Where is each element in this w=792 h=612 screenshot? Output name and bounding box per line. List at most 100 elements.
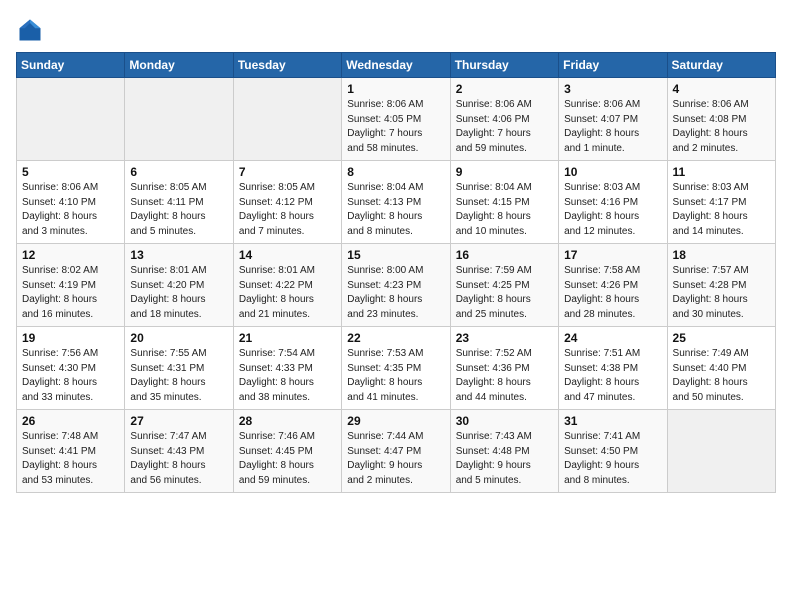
- day-info: Sunrise: 7:46 AM Sunset: 4:45 PM Dayligh…: [239, 430, 336, 488]
- day-number: 6: [130, 165, 227, 179]
- day-number: 26: [22, 414, 119, 428]
- day-info: Sunrise: 7:47 AM Sunset: 4:43 PM Dayligh…: [130, 430, 227, 488]
- day-number: 20: [130, 331, 227, 345]
- calendar-cell: 31 Sunrise: 7:41 AM Sunset: 4:50 PM Dayli…: [559, 410, 667, 493]
- calendar-cell: 13 Sunrise: 8:01 AM Sunset: 4:20 PM Dayli…: [125, 244, 233, 327]
- day-info: Sunrise: 8:02 AM Sunset: 4:19 PM Dayligh…: [22, 264, 119, 322]
- page-header: [16, 16, 776, 44]
- day-number: 30: [456, 414, 553, 428]
- day-number: 11: [673, 165, 770, 179]
- logo-icon: [16, 16, 44, 44]
- day-info: Sunrise: 7:44 AM Sunset: 4:47 PM Dayligh…: [347, 430, 444, 488]
- day-info: Sunrise: 8:03 AM Sunset: 4:17 PM Dayligh…: [673, 181, 770, 239]
- day-number: 2: [456, 82, 553, 96]
- day-info: Sunrise: 7:49 AM Sunset: 4:40 PM Dayligh…: [673, 347, 770, 405]
- day-info: Sunrise: 8:05 AM Sunset: 4:11 PM Dayligh…: [130, 181, 227, 239]
- calendar-cell: 19Sunrise: 7:56 AM Sunset: 4:30 PM Dayli…: [17, 327, 125, 410]
- calendar-cell: 18 Sunrise: 7:57 AM Sunset: 4:28 PM Dayli…: [667, 244, 775, 327]
- day-number: 5: [22, 165, 119, 179]
- calendar-cell: 16 Sunrise: 7:59 AM Sunset: 4:25 PM Dayli…: [450, 244, 558, 327]
- weekday-header: Monday: [125, 53, 233, 78]
- calendar-cell: 15 Sunrise: 8:00 AM Sunset: 4:23 PM Dayli…: [342, 244, 450, 327]
- day-info: Sunrise: 8:00 AM Sunset: 4:23 PM Dayligh…: [347, 264, 444, 322]
- calendar-cell: 4 Sunrise: 8:06 AM Sunset: 4:08 PM Daylig…: [667, 78, 775, 161]
- day-info: Sunrise: 7:48 AM Sunset: 4:41 PM Dayligh…: [22, 430, 119, 488]
- day-info: Sunrise: 7:58 AM Sunset: 4:26 PM Dayligh…: [564, 264, 661, 322]
- calendar-cell: 23 Sunrise: 7:52 AM Sunset: 4:36 PM Dayli…: [450, 327, 558, 410]
- day-info: Sunrise: 8:04 AM Sunset: 4:13 PM Dayligh…: [347, 181, 444, 239]
- day-info: Sunrise: 8:05 AM Sunset: 4:12 PM Dayligh…: [239, 181, 336, 239]
- calendar-cell: 3 Sunrise: 8:06 AM Sunset: 4:07 PM Daylig…: [559, 78, 667, 161]
- day-number: 25: [673, 331, 770, 345]
- calendar-cell: 27 Sunrise: 7:47 AM Sunset: 4:43 PM Dayli…: [125, 410, 233, 493]
- day-info: Sunrise: 8:01 AM Sunset: 4:22 PM Dayligh…: [239, 264, 336, 322]
- calendar-cell: [233, 78, 341, 161]
- day-info: Sunrise: 8:06 AM Sunset: 4:10 PM Dayligh…: [22, 181, 119, 239]
- day-number: 24: [564, 331, 661, 345]
- day-info: Sunrise: 7:56 AM Sunset: 4:30 PM Dayligh…: [22, 347, 119, 405]
- logo: [16, 16, 48, 44]
- calendar-cell: [17, 78, 125, 161]
- calendar-cell: 20Sunrise: 7:55 AM Sunset: 4:31 PM Dayli…: [125, 327, 233, 410]
- weekday-header: Friday: [559, 53, 667, 78]
- day-number: 27: [130, 414, 227, 428]
- day-info: Sunrise: 7:51 AM Sunset: 4:38 PM Dayligh…: [564, 347, 661, 405]
- calendar-cell: 10 Sunrise: 8:03 AM Sunset: 4:16 PM Dayli…: [559, 161, 667, 244]
- day-info: Sunrise: 8:06 AM Sunset: 4:07 PM Dayligh…: [564, 98, 661, 156]
- day-info: Sunrise: 8:06 AM Sunset: 4:08 PM Dayligh…: [673, 98, 770, 156]
- calendar-cell: 25 Sunrise: 7:49 AM Sunset: 4:40 PM Dayli…: [667, 327, 775, 410]
- calendar-cell: 17Sunrise: 7:58 AM Sunset: 4:26 PM Dayli…: [559, 244, 667, 327]
- day-info: Sunrise: 7:52 AM Sunset: 4:36 PM Dayligh…: [456, 347, 553, 405]
- day-number: 9: [456, 165, 553, 179]
- calendar-cell: 2 Sunrise: 8:06 AM Sunset: 4:06 PM Daylig…: [450, 78, 558, 161]
- weekday-header: Sunday: [17, 53, 125, 78]
- calendar-week-row: 26 Sunrise: 7:48 AM Sunset: 4:41 PM Dayli…: [17, 410, 776, 493]
- calendar-cell: 26 Sunrise: 7:48 AM Sunset: 4:41 PM Dayli…: [17, 410, 125, 493]
- day-info: Sunrise: 7:59 AM Sunset: 4:25 PM Dayligh…: [456, 264, 553, 322]
- day-number: 4: [673, 82, 770, 96]
- calendar-cell: 24 Sunrise: 7:51 AM Sunset: 4:38 PM Dayli…: [559, 327, 667, 410]
- day-info: Sunrise: 7:43 AM Sunset: 4:48 PM Dayligh…: [456, 430, 553, 488]
- day-number: 7: [239, 165, 336, 179]
- day-number: 22: [347, 331, 444, 345]
- day-number: 10: [564, 165, 661, 179]
- calendar-cell: 21 Sunrise: 7:54 AM Sunset: 4:33 PM Dayli…: [233, 327, 341, 410]
- day-number: 21: [239, 331, 336, 345]
- calendar-cell: 7 Sunrise: 8:05 AM Sunset: 4:12 PM Daylig…: [233, 161, 341, 244]
- day-info: Sunrise: 7:41 AM Sunset: 4:50 PM Dayligh…: [564, 430, 661, 488]
- calendar-cell: 12 Sunrise: 8:02 AM Sunset: 4:19 PM Dayli…: [17, 244, 125, 327]
- calendar-body: 1Sunrise: 8:06 AM Sunset: 4:05 PM Daylig…: [17, 78, 776, 493]
- day-info: Sunrise: 7:57 AM Sunset: 4:28 PM Dayligh…: [673, 264, 770, 322]
- day-info: Sunrise: 8:01 AM Sunset: 4:20 PM Dayligh…: [130, 264, 227, 322]
- day-number: 16: [456, 248, 553, 262]
- calendar-cell: 29 Sunrise: 7:44 AM Sunset: 4:47 PM Dayli…: [342, 410, 450, 493]
- calendar-week-row: 12 Sunrise: 8:02 AM Sunset: 4:19 PM Dayli…: [17, 244, 776, 327]
- day-number: 12: [22, 248, 119, 262]
- calendar-week-row: 19Sunrise: 7:56 AM Sunset: 4:30 PM Dayli…: [17, 327, 776, 410]
- day-number: 14: [239, 248, 336, 262]
- day-info: Sunrise: 8:06 AM Sunset: 4:06 PM Dayligh…: [456, 98, 553, 156]
- calendar-cell: [125, 78, 233, 161]
- day-number: 13: [130, 248, 227, 262]
- calendar-cell: 11 Sunrise: 8:03 AM Sunset: 4:17 PM Dayli…: [667, 161, 775, 244]
- calendar-cell: 5 Sunrise: 8:06 AM Sunset: 4:10 PM Daylig…: [17, 161, 125, 244]
- day-info: Sunrise: 8:04 AM Sunset: 4:15 PM Dayligh…: [456, 181, 553, 239]
- calendar-cell: 9 Sunrise: 8:04 AM Sunset: 4:15 PM Daylig…: [450, 161, 558, 244]
- day-number: 28: [239, 414, 336, 428]
- day-number: 29: [347, 414, 444, 428]
- day-number: 15: [347, 248, 444, 262]
- calendar-cell: 28 Sunrise: 7:46 AM Sunset: 4:45 PM Dayli…: [233, 410, 341, 493]
- calendar-cell: 22 Sunrise: 7:53 AM Sunset: 4:35 PM Dayli…: [342, 327, 450, 410]
- day-number: 18: [673, 248, 770, 262]
- day-number: 3: [564, 82, 661, 96]
- day-number: 31: [564, 414, 661, 428]
- day-info: Sunrise: 8:03 AM Sunset: 4:16 PM Dayligh…: [564, 181, 661, 239]
- day-info: Sunrise: 7:53 AM Sunset: 4:35 PM Dayligh…: [347, 347, 444, 405]
- day-number: 8: [347, 165, 444, 179]
- calendar-cell: [667, 410, 775, 493]
- day-number: 23: [456, 331, 553, 345]
- calendar-table: SundayMondayTuesdayWednesdayThursdayFrid…: [16, 52, 776, 493]
- day-info: Sunrise: 7:54 AM Sunset: 4:33 PM Dayligh…: [239, 347, 336, 405]
- calendar-cell: 1Sunrise: 8:06 AM Sunset: 4:05 PM Daylig…: [342, 78, 450, 161]
- weekday-header: Thursday: [450, 53, 558, 78]
